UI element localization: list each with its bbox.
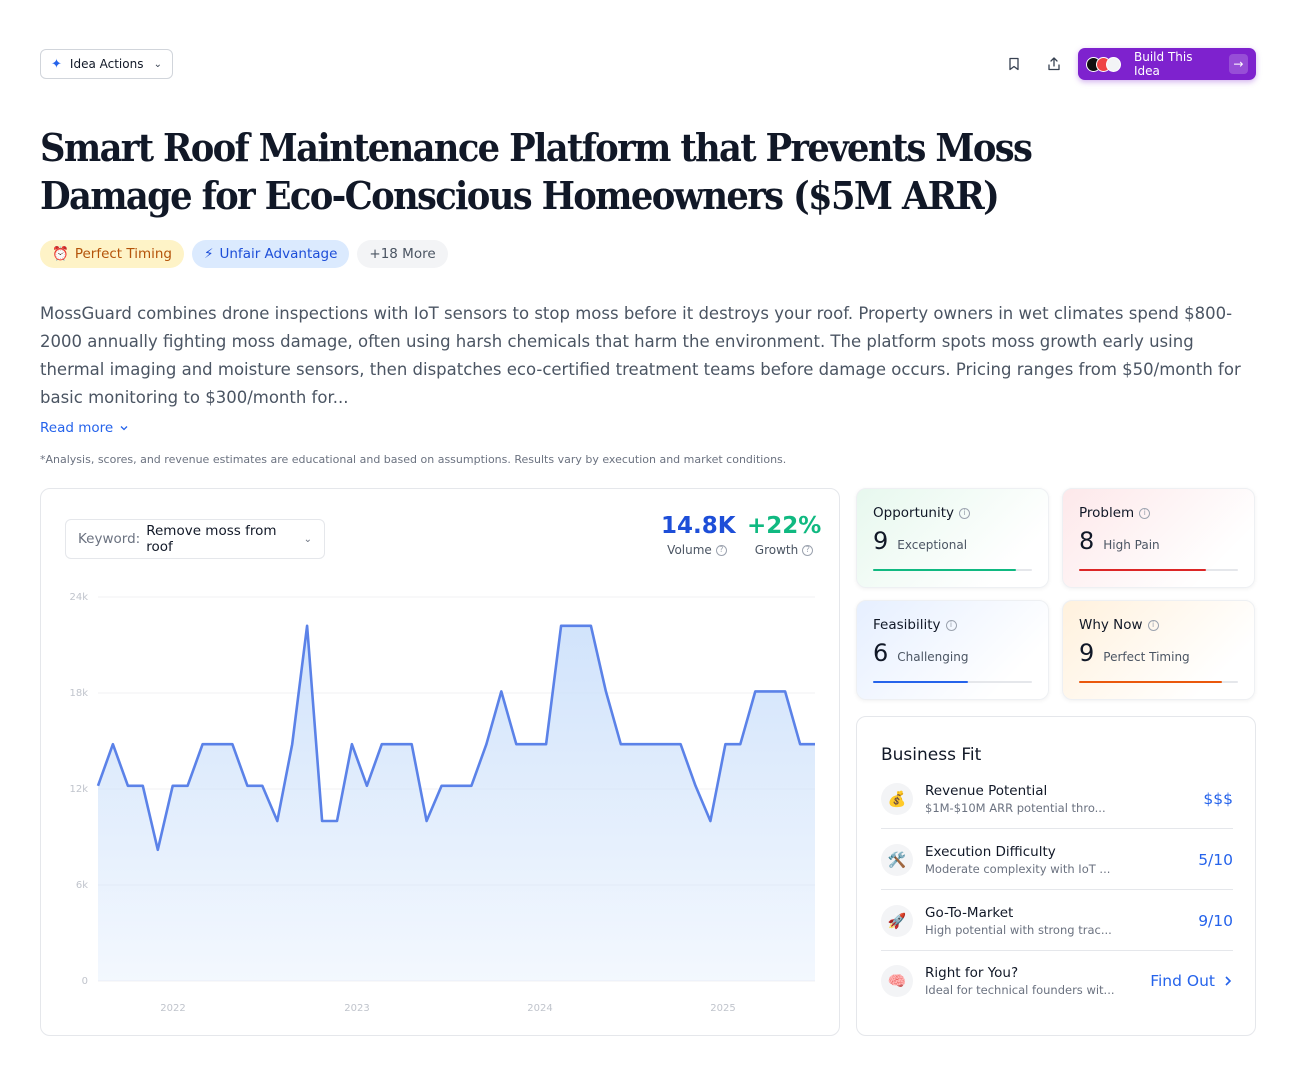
business-fit-card: Business Fit 💰 Revenue Potential $1M-$10… [856,716,1256,1036]
chevron-down-icon [120,426,128,431]
score-bar-fill [873,681,969,683]
x-tick-label: 2023 [344,1003,369,1014]
score-bar [873,681,1032,683]
score-subtitle: High Pain [1103,538,1160,552]
x-tick-label: 2022 [160,1003,185,1014]
idea-actions-button[interactable]: ✦ Idea Actions ⌄ [40,49,173,79]
page-title: Smart Roof Maintenance Platform that Pre… [40,125,1033,218]
series-area [98,625,815,981]
info-icon[interactable]: i [1139,507,1151,519]
x-tick-label: 2024 [527,1003,552,1014]
disclaimer: *Analysis, scores, and revenue estimates… [40,453,787,466]
idea-actions-label: Idea Actions [69,57,144,71]
row-value: $$$ [1203,789,1233,808]
score-title: Why Now [1079,617,1143,633]
score-bar-fill [873,569,1017,571]
score-value: 9 [873,527,889,555]
idea-description: MossGuard combines drone inspections wit… [40,304,1241,407]
score-card-opportunity[interactable]: Opportunity i 9 Exceptional [856,488,1049,588]
tag-more[interactable]: +18 More [357,240,448,268]
row-name: Revenue Potential [925,782,1048,799]
execution-difficulty-row[interactable]: 🛠️ Execution Difficulty Moderate complex… [881,830,1233,890]
score-value: 9 [1079,639,1095,667]
info-icon[interactable]: i [945,619,957,631]
find-out-link[interactable]: Find Out [1150,972,1233,990]
score-card-feasibility[interactable]: Feasibility i 6 Challenging [856,600,1049,700]
share-icon [1048,57,1060,71]
row-name: Execution Difficulty [925,843,1056,860]
build-this-idea-button[interactable]: Build This Idea → [1078,48,1256,80]
chevron-right-icon [1225,976,1232,986]
y-tick-label: 18k [69,688,88,699]
score-title: Feasibility [873,617,941,633]
info-icon[interactable]: i [1147,619,1159,631]
alarm-clock-icon: ⏰ [52,246,69,262]
row-description: High potential with strong trac... [925,922,1112,937]
revenue-potential-row[interactable]: 💰 Revenue Potential $1M-$10M ARR potenti… [881,769,1233,829]
sparkle-icon: ✦ [51,56,62,72]
keyword-trend-card: Keyword: Remove moss from roof ⌄ 14.8K V… [40,488,840,1036]
score-card-problem[interactable]: Problem i 8 High Pain [1062,488,1255,588]
score-subtitle: Exceptional [897,538,968,552]
go-to-market-row[interactable]: 🚀 Go-To-Market High potential with stron… [881,891,1233,951]
business-fit-title: Business Fit [881,745,982,765]
y-tick-label: 6k [76,880,88,891]
lightning-icon: ⚡ [204,246,214,262]
chevron-down-icon: ⌄ [153,58,162,70]
bookmark-button[interactable] [1002,52,1026,76]
tag-label: Perfect Timing [74,246,173,262]
row-description: Ideal for technical founders wit... [925,983,1115,997]
row-value: 5/10 [1198,850,1233,869]
y-tick-label: 0 [82,976,88,987]
score-bar [1079,681,1238,683]
info-icon[interactable]: i [959,507,971,519]
row-name: Right for You? [925,965,1019,981]
read-more-link[interactable]: Read more [40,420,129,436]
arrow-right-icon: → [1228,54,1248,74]
search-volume-chart: 0 6k 12k 18k 24k 2022 2023 2024 2025 [69,592,815,1014]
logo-icon [1106,56,1121,72]
share-button[interactable] [1042,52,1066,76]
x-tick-label: 2025 [710,1003,735,1014]
score-title: Opportunity [873,505,955,521]
score-bar [1079,569,1238,571]
tag-label: Unfair Advantage [219,246,338,262]
build-label: Build This Idea [1134,50,1193,78]
score-subtitle: Challenging [897,650,969,664]
score-value: 8 [1079,527,1095,555]
y-tick-label: 12k [69,784,88,795]
tag-label: +18 More [369,246,436,262]
tag-list: ⏰ Perfect Timing ⚡ Unfair Advantage +18 … [40,240,448,268]
find-out-label: Find Out [1150,972,1215,990]
score-bar-fill [1079,681,1223,683]
tag-perfect-timing[interactable]: ⏰ Perfect Timing [40,240,185,268]
row-description: Moderate complexity with IoT ... [925,861,1111,876]
rocket-icon: 🚀 [881,904,913,937]
score-value: 6 [873,639,889,667]
read-more-label: Read more [40,420,114,436]
row-name: Go-To-Market [925,904,1014,921]
score-title: Problem [1079,505,1135,521]
tools-icon: 🛠️ [881,843,913,876]
score-subtitle: Perfect Timing [1103,650,1190,664]
row-value: 9/10 [1198,911,1233,930]
right-for-you-row[interactable]: 🧠 Right for You? Ideal for technical fou… [881,951,1233,1011]
partner-logos [1086,56,1121,72]
score-card-why-now[interactable]: Why Now i 9 Perfect Timing [1062,600,1255,700]
y-tick-label: 24k [69,592,88,603]
bookmark-icon [1009,57,1019,71]
money-bag-icon: 💰 [881,782,913,815]
score-bar [873,569,1032,571]
brain-icon: 🧠 [881,965,913,997]
tag-unfair-advantage[interactable]: ⚡ Unfair Advantage [192,240,350,268]
score-bar-fill [1079,569,1207,571]
row-description: $1M-$10M ARR potential thro... [925,800,1106,815]
